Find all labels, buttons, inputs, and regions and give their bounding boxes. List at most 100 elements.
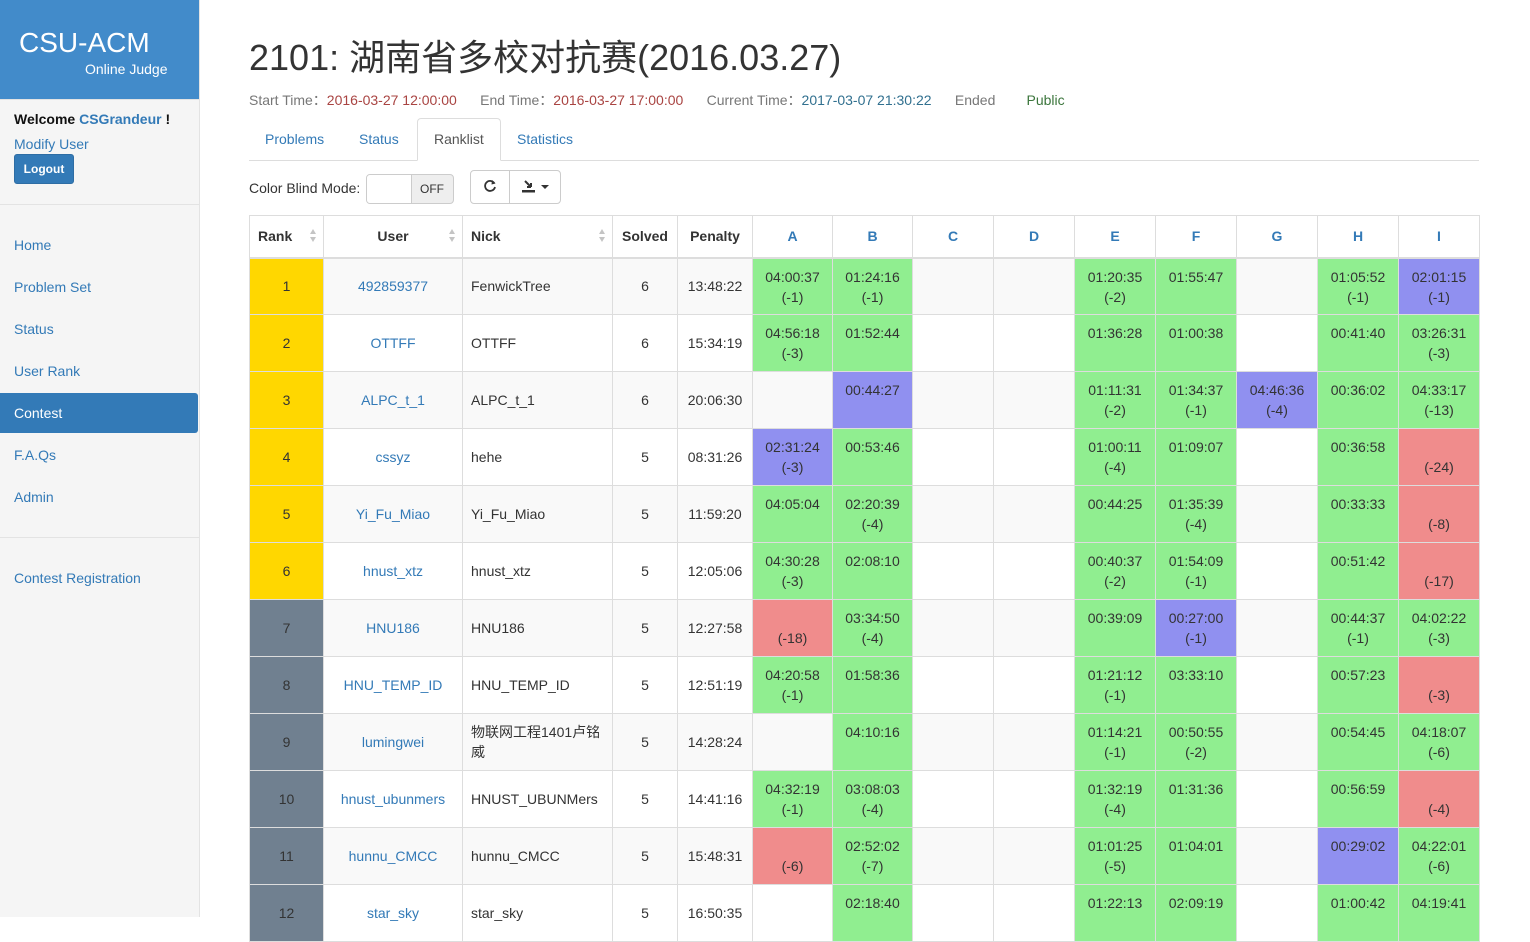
nav-admin[interactable]: Admin [0,477,198,517]
rank-cell: 5 [249,485,324,543]
nick-cell: hunnu_CMCC [462,827,613,885]
nav-contest[interactable]: Contest [0,393,198,433]
problem-cell-a: 04:00:37 (-1) [752,257,833,315]
user-link[interactable]: ALPC_t_1 [361,392,425,408]
header-problem-d[interactable]: D [993,215,1075,259]
page-title: 2101: 湖南省多校对抗赛(2016.03.27) [249,37,842,78]
color-blind-toggle[interactable]: OFF [366,174,454,204]
problem-cell-a [752,884,833,942]
header-problem-g[interactable]: G [1236,215,1318,259]
header-user[interactable]: User [323,215,463,259]
wrong-attempts: (-3) [781,573,804,589]
tab-statistics[interactable]: Statistics [501,118,589,160]
penalty-cell: 20:06:30 [677,371,753,429]
header-problem-f[interactable]: F [1155,215,1237,259]
problem-cell-c [912,428,994,486]
problem-cell-i: 02:01:15 (-1) [1398,257,1480,315]
problem-cell-c [912,827,994,885]
header-problem-a[interactable]: A [752,215,833,259]
nav-problem-set[interactable]: Problem Set [0,267,198,307]
penalty-cell: 13:48:22 [677,257,753,315]
problem-cell-d [993,656,1075,714]
username-link[interactable]: CSGrandeur [79,111,161,127]
nav-home[interactable]: Home [0,225,198,265]
accept-time: 01:31:36 [1168,781,1224,797]
wrong-attempts: (-1) [1185,630,1207,646]
user-link[interactable]: lumingwei [362,734,424,750]
wrong-attempts [834,685,911,705]
contest-status: Ended [954,92,996,108]
wrong-attempts: (-1) [1347,288,1369,305]
nav-faqs[interactable]: F.A.Qs [0,435,198,475]
problem-cell-c [912,371,994,429]
tab-ranklist[interactable]: Ranklist [417,118,501,161]
header-problem-b[interactable]: B [832,215,913,259]
header-problem-c[interactable]: C [912,215,994,259]
user-link[interactable]: hunnu_CMCC [349,848,438,864]
problem-cell-g [1236,827,1318,885]
sidebar-divider [0,99,199,100]
wrong-attempts [1319,571,1397,591]
problem-cell-a: 04:30:28 (-3) [752,542,833,600]
problem-cell-c [912,713,994,771]
wrong-attempts: (-1) [781,687,804,703]
accept-time: 03:08:03 [845,781,900,797]
user-cell: hnust_xtz [323,542,463,600]
wrong-attempts: (-1) [781,288,804,305]
sidebar-divider [0,537,199,538]
wrong-attempts: (-17) [1424,573,1454,589]
refresh-button[interactable] [470,170,510,204]
wrong-attempts [1157,913,1235,933]
solved-cell: 5 [612,827,678,885]
header-problem-i[interactable]: I [1398,215,1480,259]
accept-time: 00:36:02 [1330,382,1386,398]
nick-cell: HNU186 [462,599,613,657]
header-problem-e[interactable]: E [1074,215,1156,259]
nick-cell: hnust_xtz [462,542,613,600]
user-cell: lumingwei [323,713,463,771]
problem-cell-f: 03:33:10 [1155,656,1237,714]
user-link[interactable]: star_sky [367,905,419,921]
wrong-attempts [1319,856,1397,876]
brand-banner[interactable]: CSU-ACM Online Judge [0,0,199,99]
start-time-label: Start Time： [249,92,327,108]
solved-cell: 5 [612,884,678,942]
table-row: 1 492859377 FenwickTree 6 13:48:22 04:00:37 (-… [249,257,1480,315]
accept-time: 03:34:50 [845,610,900,626]
wrong-attempts: (-4) [1104,801,1126,817]
user-link[interactable]: HNU_TEMP_ID [344,677,443,693]
ranklist-body: 1 492859377 FenwickTree 6 13:48:22 04:00:37 (-… [249,257,1480,942]
contest-registration-link[interactable]: Contest Registration [0,558,198,598]
header-nick[interactable]: Nick [462,215,613,259]
logout-button[interactable]: Logout [14,154,74,184]
modify-user-link[interactable]: Modify User [14,136,89,152]
wrong-attempts [1076,913,1154,933]
rank-cell: 1 [249,257,324,315]
brand-title: CSU-ACM [19,27,150,58]
user-link[interactable]: HNU186 [366,620,420,636]
user-link[interactable]: 492859377 [358,278,428,294]
wrong-attempts [1157,343,1235,363]
problem-cell-f: 01:34:37 (-1) [1155,371,1237,429]
problem-cell-a: 04:20:58 (-1) [752,656,833,714]
accept-time [1400,437,1478,457]
solved-cell: 6 [612,371,678,429]
user-link[interactable]: hnust_xtz [363,563,423,579]
tab-problems[interactable]: Problems [249,118,340,160]
export-dropdown-button[interactable] [509,170,561,204]
header-problem-h[interactable]: H [1317,215,1399,259]
nav-status[interactable]: Status [0,309,198,349]
user-link[interactable]: OTTFF [370,335,415,351]
nav-user-rank[interactable]: User Rank [0,351,198,391]
user-link[interactable]: cssyz [376,449,411,465]
header-row: Rank User Nick Solved Penalty A B C D E … [249,215,1480,259]
header-rank[interactable]: Rank [249,215,324,259]
solved-cell: 5 [612,485,678,543]
problem-cell-h: 00:51:42 [1317,542,1399,600]
solved-cell: 6 [612,257,678,315]
user-link[interactable]: hnust_ubunmers [341,791,445,807]
solved-cell: 6 [612,314,678,372]
wrong-attempts [834,742,911,762]
tab-status[interactable]: Status [343,118,415,160]
user-link[interactable]: Yi_Fu_Miao [356,506,430,522]
